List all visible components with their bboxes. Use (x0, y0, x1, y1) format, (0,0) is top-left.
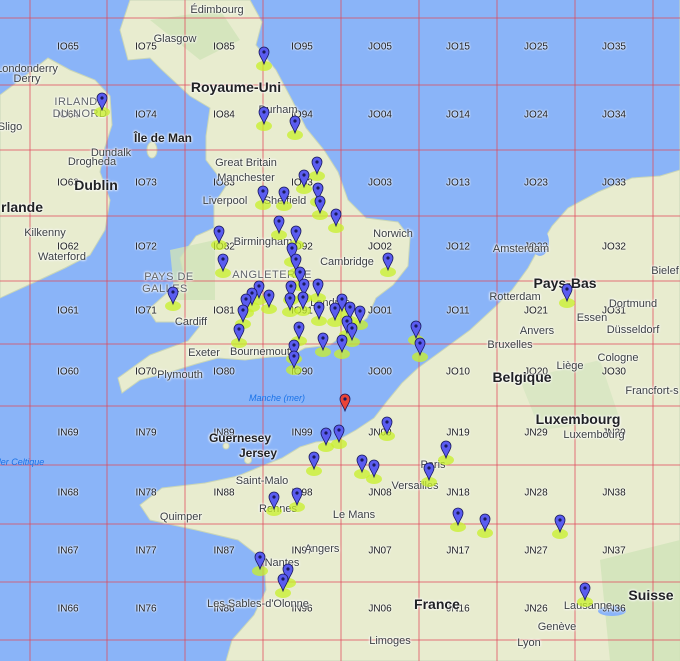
map-marker[interactable] (94, 92, 110, 117)
map-marker[interactable] (211, 225, 227, 250)
map-marker[interactable] (306, 451, 322, 476)
map-view[interactable]: IO65 IO64 IO63 IO62 IO61 IO60 IN69 IN68 IN67 IN66… (0, 0, 680, 661)
selected-location-marker[interactable] (339, 393, 351, 413)
map-marker[interactable] (252, 551, 268, 576)
map-marker[interactable] (421, 462, 437, 487)
map-marker[interactable] (296, 169, 312, 194)
map-marker[interactable] (215, 253, 231, 278)
map-marker[interactable] (276, 186, 292, 211)
map-marker[interactable] (289, 487, 305, 512)
map-marker[interactable] (256, 46, 272, 71)
map-marker[interactable] (450, 507, 466, 532)
map-marker[interactable] (438, 440, 454, 465)
map-marker[interactable] (255, 185, 271, 210)
map-marker[interactable] (287, 115, 303, 140)
map-marker[interactable] (552, 514, 568, 539)
map-marker[interactable] (380, 252, 396, 277)
map-marker[interactable] (328, 208, 344, 233)
map-marker[interactable] (318, 427, 334, 452)
map-marker[interactable] (266, 491, 282, 516)
map-marker[interactable] (559, 283, 575, 308)
map-marker[interactable] (477, 513, 493, 538)
map-marker[interactable] (256, 106, 272, 131)
map-marker[interactable] (354, 454, 370, 479)
map-marker[interactable] (577, 582, 593, 607)
map-marker[interactable] (311, 301, 327, 326)
map-marker[interactable] (309, 156, 325, 181)
map-marker[interactable] (271, 215, 287, 240)
map-marker[interactable] (286, 350, 302, 375)
marker-layer (94, 46, 593, 607)
map-marker[interactable] (379, 416, 395, 441)
map-marker[interactable] (310, 278, 326, 303)
map-marker[interactable] (315, 332, 331, 357)
map-marker[interactable] (165, 286, 181, 311)
